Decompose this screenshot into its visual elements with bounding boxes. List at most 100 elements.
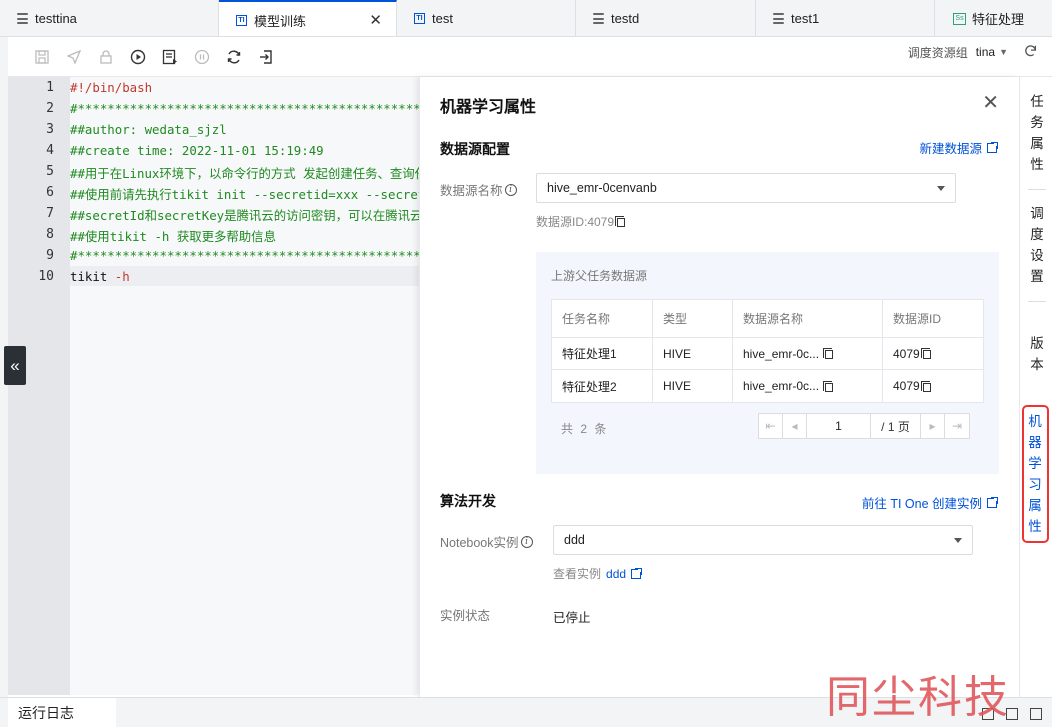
view-instance-link[interactable]: ddd	[606, 566, 644, 581]
cell-text: 4079	[893, 346, 920, 361]
tab-test1[interactable]: test1	[756, 0, 935, 36]
run-with-params-icon[interactable]	[160, 47, 180, 67]
view-instance-label: 查看实例	[553, 567, 602, 581]
tab-label: testtina	[35, 11, 77, 26]
line-number: 3	[46, 122, 54, 137]
rail-char: 设	[1030, 248, 1044, 263]
notebook-label: Notebook实例 i	[440, 532, 533, 551]
link-label: 新建数据源	[919, 142, 982, 156]
panel-title: 机器学习属性	[440, 99, 537, 116]
copy-icon[interactable]	[823, 380, 834, 392]
table-cell: hive_emr-0c...	[733, 370, 883, 402]
table-row: 特征处理1 HIVE hive_emr-0c... 4079	[552, 338, 983, 370]
prev-page-icon[interactable]: ◂	[783, 414, 807, 438]
tab-bar: testtina TI 模型训练 ✕ TI test testd test1 S…	[0, 0, 1052, 37]
close-icon[interactable]: ✕	[369, 11, 382, 29]
stop-icon[interactable]	[192, 47, 212, 67]
table-header-cell: 数据源ID	[893, 312, 942, 326]
copy-icon[interactable]	[920, 380, 931, 392]
line-number: 4	[46, 143, 54, 158]
external-link-icon	[631, 566, 644, 579]
label-text: Notebook实例	[440, 536, 519, 550]
refresh-icon[interactable]	[1024, 44, 1038, 61]
toolbar: 调度资源组 tina ▼	[8, 37, 1052, 77]
file-stack-icon	[16, 13, 29, 24]
table-cell: hive_emr-0c...	[733, 338, 883, 369]
cell-text: hive_emr-0c...	[743, 346, 820, 361]
ss-icon: Ss	[953, 12, 966, 25]
file-stack-icon	[772, 13, 785, 24]
copy-icon[interactable]	[920, 348, 931, 359]
copy-icon[interactable]	[615, 216, 626, 227]
run-log-tab[interactable]: 运行日志	[8, 698, 116, 727]
tab-label: testd	[611, 11, 640, 26]
rail-char: 任	[1030, 94, 1044, 109]
datasource-name-label: 数据源名称 i	[440, 180, 517, 199]
submit-icon[interactable]	[64, 47, 84, 67]
notebook-select[interactable]: ddd	[553, 525, 973, 555]
datasource-select[interactable]: hive_emr-0cenvanb	[536, 173, 956, 203]
rail-char: 习	[1028, 477, 1042, 492]
save-icon[interactable]	[32, 47, 52, 67]
right-rail: 任 务 属 性 调 度 设 置 版 本 机 器 学 习 属 性	[1019, 77, 1052, 697]
line-number: 10	[38, 269, 54, 284]
pagination: ⇤ ◂ 1 / 1 页 ▸ ⇥	[758, 413, 970, 439]
run-icon[interactable]	[128, 47, 148, 67]
tab-feature-processing[interactable]: Ss 特征处理	[935, 0, 1052, 36]
rail-item-version[interactable]: 版 本	[1029, 333, 1045, 375]
status-label: 实例状态	[440, 609, 491, 623]
table-cell: HIVE	[653, 370, 733, 402]
table-cell: 特征处理2	[552, 370, 653, 402]
close-icon[interactable]: ✕	[982, 93, 999, 113]
first-page-icon[interactable]: ⇤	[759, 414, 783, 438]
rail-divider	[1028, 189, 1046, 190]
ml-properties-panel: 机器学习属性 ✕ 数据源配置 新建数据源 数据源名称 i hive_emr-0c…	[419, 77, 1019, 697]
select-value: hive_emr-0cenvanb	[547, 181, 657, 195]
page-input[interactable]: 1	[807, 414, 871, 438]
refresh-icon[interactable]	[224, 47, 244, 67]
lock-icon[interactable]	[96, 47, 116, 67]
info-icon[interactable]: i	[504, 183, 517, 196]
tab-test[interactable]: TI test	[397, 0, 576, 36]
table-cell: 特征处理1	[552, 338, 653, 369]
ti-one-link[interactable]: 前往 TI One 创建实例	[861, 493, 999, 512]
next-page-icon[interactable]: ▸	[921, 414, 945, 438]
rail-char: 版	[1030, 336, 1044, 351]
code-token: -h	[114, 269, 130, 284]
tab-label: test1	[791, 11, 820, 26]
code-line: ##使用tikit -h 获取更多帮助信息	[70, 229, 276, 244]
status-value: 已停止	[553, 611, 591, 625]
rail-char: 务	[1030, 115, 1044, 130]
line-number: 9	[46, 248, 54, 263]
collapse-icon[interactable]	[1030, 708, 1042, 720]
rail-item-ml-properties[interactable]: 机 器 学 习 属 性	[1022, 405, 1049, 543]
table-header-cell: 数据源名称	[733, 300, 883, 337]
table-row: 特征处理2 HIVE hive_emr-0c... 4079	[552, 370, 983, 402]
chevron-down-icon	[954, 538, 962, 543]
resource-group-label: 调度资源组	[907, 45, 968, 60]
tab-testd[interactable]: testd	[576, 0, 756, 36]
new-datasource-link[interactable]: 新建数据源	[919, 138, 999, 157]
tab-label: 特征处理	[972, 12, 1025, 27]
chevron-down-icon	[937, 186, 945, 191]
link-label: 前往 TI One 创建实例	[861, 497, 982, 511]
external-link-icon	[987, 495, 999, 508]
tab-model-training[interactable]: TI 模型训练 ✕	[219, 0, 397, 36]
code-line: #***************************************…	[70, 101, 420, 116]
info-icon[interactable]: i	[520, 535, 533, 548]
rail-item-task-properties[interactable]: 任 务 属 性	[1029, 91, 1045, 175]
rail-item-schedule-settings[interactable]: 调 度 设 置	[1029, 203, 1045, 287]
copy-icon[interactable]	[823, 348, 834, 359]
resource-group-select[interactable]: tina	[976, 45, 995, 59]
chevron-down-icon[interactable]: ▼	[999, 47, 1008, 57]
cell-text: hive_emr-0c...	[743, 379, 820, 393]
resource-group: 调度资源组 tina ▼	[908, 37, 1052, 67]
code-editor[interactable]: #!/bin/bash #***************************…	[70, 77, 420, 695]
tab-testtina[interactable]: testtina	[0, 0, 219, 36]
datasource-section-title: 数据源配置	[440, 141, 510, 157]
tab-label: 模型训练	[254, 13, 307, 29]
code-line: ##用于在Linux环境下，以命令行的方式 发起创建任务、查询任务	[70, 166, 420, 181]
collapse-sidebar-button[interactable]: «	[4, 346, 26, 385]
last-page-icon[interactable]: ⇥	[945, 414, 969, 438]
exit-icon[interactable]	[256, 47, 276, 67]
